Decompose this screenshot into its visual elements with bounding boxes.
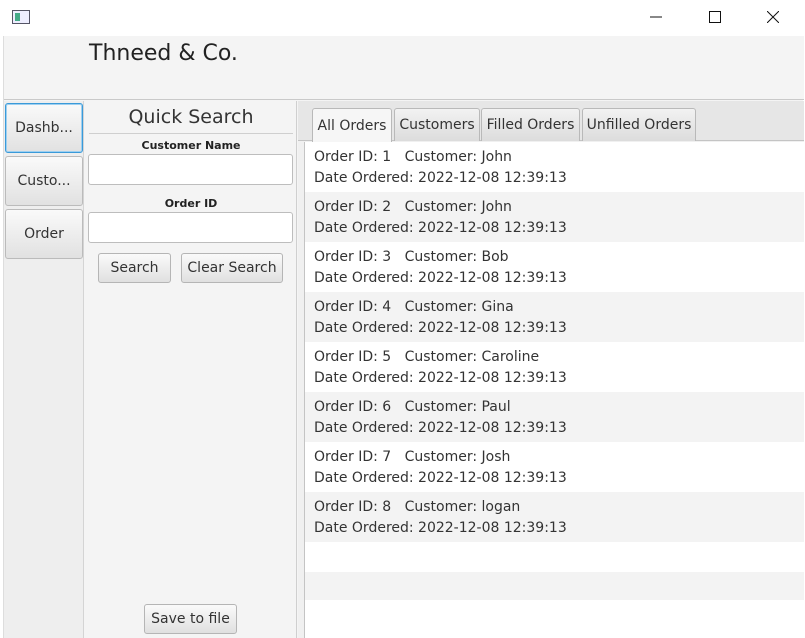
- close-button[interactable]: [744, 0, 802, 34]
- app-window: Thneed & Co. Dashb... Custo... Order Qui…: [3, 36, 804, 638]
- nav-dashboard-button[interactable]: Dashb...: [5, 103, 83, 153]
- app-title: Thneed & Co.: [89, 41, 238, 66]
- minimize-button[interactable]: [627, 0, 685, 34]
- order-date: Date Ordered: 2022-12-08 12:39:13: [314, 170, 567, 186]
- order-id-input[interactable]: [88, 212, 293, 243]
- maximize-icon: [709, 11, 721, 23]
- empty-row: [305, 572, 804, 600]
- app-header: Thneed & Co.: [4, 36, 804, 100]
- orders-content: All Orders Customers Filled Orders Unfil…: [298, 101, 804, 638]
- order-date: Date Ordered: 2022-12-08 12:39:13: [314, 220, 567, 236]
- customer-name-input[interactable]: [88, 154, 293, 185]
- order-date: Date Ordered: 2022-12-08 12:39:13: [314, 370, 567, 386]
- list-item[interactable]: Order ID: 8 Customer: logan Date Ordered…: [305, 492, 804, 542]
- list-item[interactable]: Order ID: 1 Customer: John Date Ordered:…: [305, 142, 804, 192]
- list-item[interactable]: Order ID: 7 Customer: Josh Date Ordered:…: [305, 442, 804, 492]
- order-date: Date Ordered: 2022-12-08 12:39:13: [314, 270, 567, 286]
- empty-row: [305, 542, 804, 572]
- app-window-icon: [12, 10, 30, 24]
- quick-search-divider: [89, 133, 293, 134]
- order-id-label: Order ID: [164, 197, 218, 210]
- empty-row: [305, 600, 804, 638]
- search-button[interactable]: Search: [98, 253, 171, 283]
- order-summary: Order ID: 1 Customer: John: [314, 149, 512, 165]
- tab-all-orders[interactable]: All Orders: [312, 108, 392, 142]
- tab-filled-orders[interactable]: Filled Orders: [481, 108, 580, 141]
- order-summary: Order ID: 7 Customer: Josh: [314, 449, 511, 465]
- list-item[interactable]: Order ID: 2 Customer: John Date Ordered:…: [305, 192, 804, 242]
- order-summary: Order ID: 3 Customer: Bob: [314, 249, 509, 265]
- order-summary: Order ID: 2 Customer: John: [314, 199, 512, 215]
- order-summary: Order ID: 8 Customer: logan: [314, 499, 521, 515]
- minimize-icon: [650, 16, 662, 18]
- nav-order-button[interactable]: Order: [5, 209, 83, 259]
- tab-bar: All Orders Customers Filled Orders Unfil…: [298, 101, 804, 142]
- orders-list[interactable]: Order ID: 1 Customer: John Date Ordered:…: [304, 142, 804, 638]
- clear-search-button[interactable]: Clear Search: [181, 253, 283, 283]
- nav-sidebar: Dashb... Custo... Order: [4, 101, 84, 638]
- customer-name-label: Customer Name: [141, 139, 241, 152]
- order-date: Date Ordered: 2022-12-08 12:39:13: [314, 520, 567, 536]
- order-summary: Order ID: 4 Customer: Gina: [314, 299, 514, 315]
- close-icon: [767, 11, 779, 23]
- tab-customers[interactable]: Customers: [394, 108, 480, 141]
- list-item[interactable]: Order ID: 6 Customer: Paul Date Ordered:…: [305, 392, 804, 442]
- order-date: Date Ordered: 2022-12-08 12:39:13: [314, 420, 567, 436]
- quick-search-panel: Quick Search Customer Name Order ID Sear…: [85, 101, 297, 638]
- nav-customers-button[interactable]: Custo...: [5, 156, 83, 206]
- quick-search-title: Quick Search: [128, 106, 254, 128]
- list-item[interactable]: Order ID: 3 Customer: Bob Date Ordered: …: [305, 242, 804, 292]
- list-item[interactable]: Order ID: 4 Customer: Gina Date Ordered:…: [305, 292, 804, 342]
- order-summary: Order ID: 6 Customer: Paul: [314, 399, 511, 415]
- tab-unfilled-orders[interactable]: Unfilled Orders: [582, 108, 696, 141]
- maximize-button[interactable]: [686, 0, 744, 34]
- list-item[interactable]: Order ID: 5 Customer: Caroline Date Orde…: [305, 342, 804, 392]
- order-date: Date Ordered: 2022-12-08 12:39:13: [314, 470, 567, 486]
- order-date: Date Ordered: 2022-12-08 12:39:13: [314, 320, 567, 336]
- save-to-file-button[interactable]: Save to file: [144, 604, 237, 634]
- order-summary: Order ID: 5 Customer: Caroline: [314, 349, 540, 365]
- window-title-bar: [0, 0, 805, 36]
